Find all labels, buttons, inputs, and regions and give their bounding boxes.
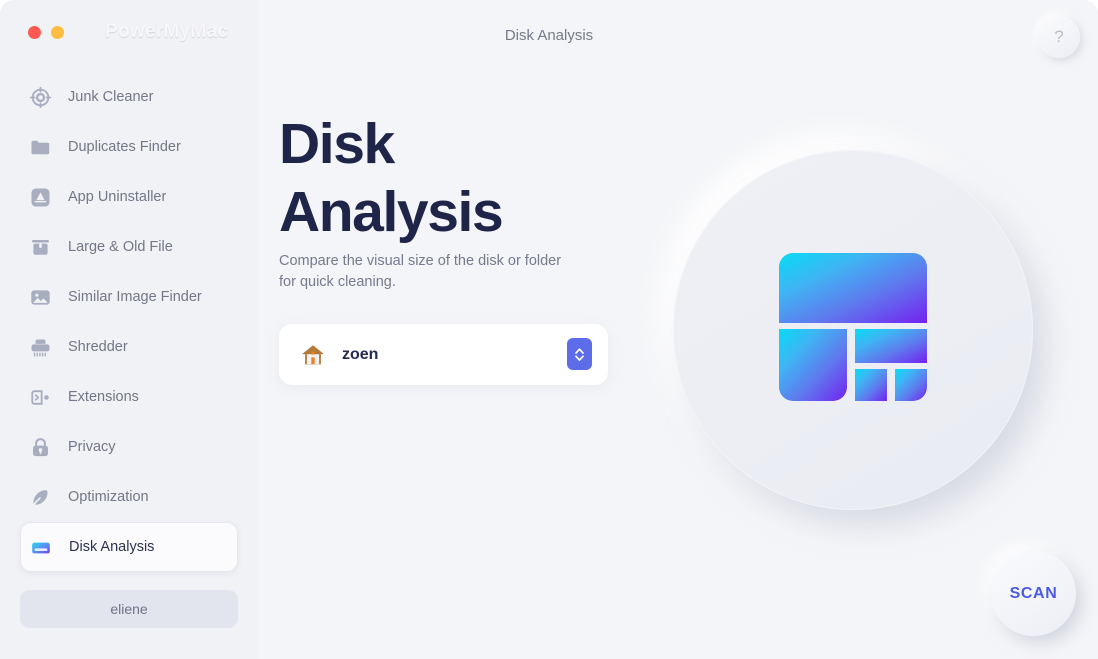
- sidebar-item-junk-cleaner[interactable]: Junk Cleaner: [20, 72, 238, 122]
- house-icon: [300, 342, 326, 368]
- sidebar-item-label: Optimization: [68, 489, 149, 505]
- shredder-icon: [28, 335, 52, 359]
- app-brand-title: PowerMyMac: [105, 21, 229, 42]
- chevron-up-down-icon[interactable]: [567, 338, 592, 370]
- sidebar-item-label: Duplicates Finder: [68, 139, 181, 155]
- close-icon[interactable]: [28, 26, 41, 39]
- folder-icon: [28, 135, 52, 159]
- minimize-icon[interactable]: [51, 26, 64, 39]
- user-account-label: eliene: [110, 601, 148, 617]
- sidebar-item-shredder[interactable]: Shredder: [20, 322, 238, 372]
- question-mark-icon: ?: [1054, 27, 1064, 46]
- scan-button[interactable]: SCAN: [991, 551, 1076, 636]
- app-window: PowerMyMac Junk Cleaner Duplicates Finde…: [0, 0, 1098, 659]
- hard-drive-icon: [29, 535, 53, 559]
- main-headline: Disk Analysis: [279, 112, 504, 244]
- sidebar-item-app-uninstaller[interactable]: App Uninstaller: [20, 172, 238, 222]
- sidebar-item-label: App Uninstaller: [68, 189, 167, 205]
- user-account-button[interactable]: eliene: [20, 590, 238, 628]
- sidebar-item-label: Disk Analysis: [69, 539, 155, 555]
- sidebar-item-label: Extensions: [68, 389, 139, 405]
- help-button[interactable]: ?: [1038, 16, 1080, 58]
- sidebar-item-label: Similar Image Finder: [68, 289, 202, 305]
- main-subtitle: Compare the visual size of the disk or f…: [279, 253, 562, 290]
- sidebar-item-large-old-file[interactable]: Large & Old File: [20, 222, 238, 272]
- target-icon: [28, 85, 52, 109]
- sidebar-item-extensions[interactable]: Extensions: [20, 372, 238, 422]
- sidebar-item-label: Junk Cleaner: [68, 89, 154, 105]
- scan-button-label: SCAN: [1009, 584, 1058, 602]
- lock-icon: [28, 435, 52, 459]
- sidebar-item-label: Large & Old File: [68, 239, 173, 255]
- sidebar-item-disk-analysis[interactable]: Disk Analysis: [20, 522, 238, 572]
- briefcase-icon: [28, 235, 52, 259]
- sidebar: PowerMyMac Junk Cleaner Duplicates Finde…: [0, 0, 258, 659]
- app-store-icon: [28, 185, 52, 209]
- selected-folder-name: zoen: [342, 345, 379, 363]
- sidebar-item-duplicates-finder[interactable]: Duplicates Finder: [20, 122, 238, 172]
- rocket-icon: [28, 485, 52, 509]
- sidebar-item-similar-image-finder[interactable]: Similar Image Finder: [20, 272, 238, 322]
- sidebar-nav: Junk Cleaner Duplicates Finder App Unins…: [0, 72, 258, 572]
- folder-selector[interactable]: zoen: [279, 324, 608, 385]
- plug-icon: [28, 385, 52, 409]
- disk-treemap-icon: [779, 253, 927, 401]
- photo-icon: [28, 285, 52, 309]
- sidebar-item-optimization[interactable]: Optimization: [20, 472, 238, 522]
- window-controls: [28, 26, 64, 39]
- sidebar-item-label: Shredder: [68, 339, 128, 355]
- sidebar-item-privacy[interactable]: Privacy: [20, 422, 238, 472]
- sidebar-item-label: Privacy: [68, 439, 116, 455]
